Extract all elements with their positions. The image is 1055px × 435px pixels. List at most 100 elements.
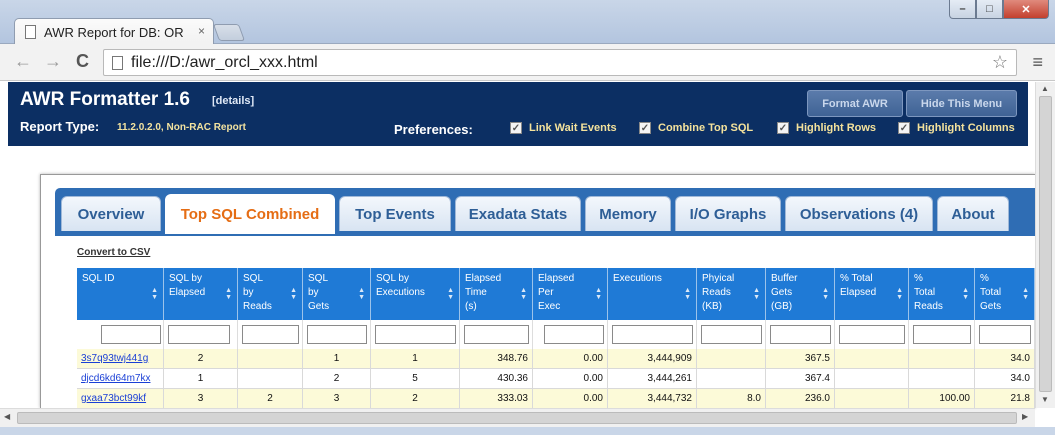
browser-titlebar: AWR Report for DB: OR × – □ ✕ — [0, 0, 1055, 45]
col-header-sql-by-executions[interactable]: SQL by Executions ▲ ▼ — [371, 268, 460, 320]
report-type-value: 11.2.0.2.0, Non-RAC Report — [117, 122, 246, 133]
sql-id-link[interactable]: gxaa73bct99kf — [77, 389, 164, 409]
col-header-sql-by-reads[interactable]: SQL by Reads ▲ ▼ — [238, 268, 303, 320]
table-cell: 2 — [371, 389, 460, 409]
bookmark-star-icon[interactable]: ☆ — [992, 52, 1008, 73]
address-bar[interactable]: file:///D:/awr_orcl_xxx.html ☆ — [103, 49, 1017, 76]
col-header-elapsed-time[interactable]: Elapsed Time (s) ▲ ▼ — [460, 268, 533, 320]
filter-input-sql-by-gets[interactable] — [307, 325, 367, 344]
minimize-icon[interactable]: – — [949, 0, 976, 19]
table-cell: 21.8 — [975, 389, 1035, 409]
format-awr-button[interactable]: Format AWR — [807, 90, 903, 117]
col-header-pct-total-elapsed[interactable]: % Total Elapsed ▲ ▼ — [835, 268, 909, 320]
sort-icon[interactable]: ▲ ▼ — [290, 287, 297, 301]
col-header-sql-by-elapsed[interactable]: SQL by Elapsed ▲ ▼ — [164, 268, 238, 320]
sort-icon[interactable]: ▲ ▼ — [822, 287, 829, 301]
hide-menu-button[interactable]: Hide This Menu — [906, 90, 1017, 117]
pref-link-wait-events[interactable]: ✓ Link Wait Events — [510, 122, 617, 134]
url-text[interactable]: file:///D:/awr_orcl_xxx.html — [131, 54, 318, 72]
details-link[interactable]: [details] — [212, 95, 254, 107]
col-header-sql-id[interactable]: SQL ID ▲ ▼ — [77, 268, 164, 320]
filter-input-sql-by-reads[interactable] — [242, 325, 299, 344]
back-arrow-icon[interactable]: ← — [14, 51, 32, 72]
header-line: SQL — [243, 273, 264, 284]
filter-input-sql-id[interactable] — [101, 325, 161, 344]
filter-input-buffer-gets[interactable] — [770, 325, 831, 344]
sort-icon[interactable]: ▲ ▼ — [151, 287, 158, 301]
pref-label: Combine Top SQL — [658, 122, 754, 134]
tab-overview[interactable]: Overview — [61, 196, 161, 231]
preferences-label: Preferences: — [394, 122, 473, 137]
sort-icon[interactable]: ▲ ▼ — [753, 287, 760, 301]
filter-input-sql-by-executions[interactable] — [375, 325, 456, 344]
table-cell: 3,444,261 — [608, 369, 697, 389]
header-line: Gets — [980, 301, 1002, 312]
col-header-pct-total-gets[interactable]: % Total Gets ▲ ▼ — [975, 268, 1035, 320]
scroll-right-icon[interactable]: ▶ — [1022, 412, 1028, 421]
filter-input-executions[interactable] — [612, 325, 693, 344]
browser-tab[interactable]: AWR Report for DB: OR × — [14, 18, 214, 45]
tab-io-graphs[interactable]: I/O Graphs — [675, 196, 781, 231]
sql-id-link[interactable]: 3s7q93twj441g — [77, 349, 164, 369]
sort-icon[interactable]: ▲ ▼ — [1022, 287, 1029, 301]
table-cell: 3,444,732 — [608, 389, 697, 409]
filter-input-physical-reads[interactable] — [701, 325, 762, 344]
col-header-elapsed-per-exec[interactable]: Elapsed Per Exec ▲ ▼ — [533, 268, 608, 320]
col-header-pct-total-reads[interactable]: % Total Reads ▲ ▼ — [909, 268, 975, 320]
window-controls: – □ ✕ — [949, 0, 1049, 19]
col-header-physical-reads[interactable]: Phyical Reads (KB) ▲ ▼ — [697, 268, 766, 320]
header-line: Total — [914, 287, 936, 298]
scroll-down-icon[interactable]: ▼ — [1041, 395, 1049, 404]
pref-highlight-rows[interactable]: ✓ Highlight Rows — [777, 122, 876, 134]
filter-input-pct-total-reads[interactable] — [913, 325, 971, 344]
pref-label: Highlight Rows — [796, 122, 877, 134]
tab-about[interactable]: About — [937, 196, 1009, 231]
tab-top-events[interactable]: Top Events — [339, 196, 451, 231]
filter-input-elapsed-time[interactable] — [464, 325, 529, 344]
sql-id-link[interactable]: djcd6kd64m7kx — [77, 369, 164, 389]
table-cell: 3 — [303, 389, 371, 409]
tab-observations[interactable]: Observations (4) — [785, 196, 933, 231]
scroll-left-icon[interactable]: ◀ — [4, 412, 10, 421]
vertical-scrollbar[interactable]: ▲ ▼ — [1035, 82, 1055, 408]
checkbox-checked-icon[interactable]: ✓ — [510, 122, 522, 134]
sort-icon[interactable]: ▲ ▼ — [896, 287, 903, 301]
sort-icon[interactable]: ▲ ▼ — [358, 287, 365, 301]
sort-icon[interactable]: ▲ ▼ — [520, 287, 527, 301]
checkbox-checked-icon[interactable]: ✓ — [639, 122, 651, 134]
sort-icon[interactable]: ▲ ▼ — [962, 287, 969, 301]
tab-memory[interactable]: Memory — [585, 196, 671, 231]
filter-input-sql-by-elapsed[interactable] — [168, 325, 230, 344]
header-line: Buffer — [771, 273, 798, 284]
table-cell — [238, 349, 303, 369]
filter-input-elapsed-per-exec[interactable] — [544, 325, 604, 344]
sort-icon[interactable]: ▲ ▼ — [684, 287, 691, 301]
checkbox-checked-icon[interactable]: ✓ — [777, 122, 789, 134]
scroll-thumb[interactable] — [1039, 96, 1052, 392]
sort-icon[interactable]: ▲ ▼ — [447, 287, 454, 301]
scroll-up-icon[interactable]: ▲ — [1041, 84, 1049, 93]
new-tab-button[interactable] — [212, 24, 246, 41]
pref-combine-top-sql[interactable]: ✓ Combine Top SQL — [639, 122, 753, 134]
tab-top-sql-combined[interactable]: Top SQL Combined — [165, 194, 335, 234]
forward-arrow-icon[interactable]: → — [44, 51, 62, 72]
close-tab-icon[interactable]: × — [198, 24, 205, 38]
pref-highlight-columns[interactable]: ✓ Highlight Columns — [898, 122, 1015, 134]
menu-icon[interactable]: ≡ — [1032, 52, 1043, 73]
filter-input-pct-total-gets[interactable] — [979, 325, 1031, 344]
maximize-icon[interactable]: □ — [976, 0, 1003, 19]
header-line: (s) — [465, 301, 477, 312]
col-header-executions[interactable]: Executions ▲ ▼ — [608, 268, 697, 320]
reload-icon[interactable]: C — [76, 51, 89, 72]
filter-input-pct-total-elapsed[interactable] — [839, 325, 905, 344]
scroll-thumb[interactable] — [17, 412, 1017, 424]
sort-icon[interactable]: ▲ ▼ — [595, 287, 602, 301]
checkbox-checked-icon[interactable]: ✓ — [898, 122, 910, 134]
col-header-buffer-gets[interactable]: Buffer Gets (GB) ▲ ▼ — [766, 268, 835, 320]
tab-exadata-stats[interactable]: Exadata Stats — [455, 196, 581, 231]
convert-to-csv-link[interactable]: Convert to CSV — [77, 247, 150, 258]
close-icon[interactable]: ✕ — [1003, 0, 1049, 19]
col-header-sql-by-gets[interactable]: SQL by Gets ▲ ▼ — [303, 268, 371, 320]
sort-icon[interactable]: ▲ ▼ — [225, 287, 232, 301]
horizontal-scrollbar[interactable]: ◀ ▶ — [0, 408, 1035, 427]
